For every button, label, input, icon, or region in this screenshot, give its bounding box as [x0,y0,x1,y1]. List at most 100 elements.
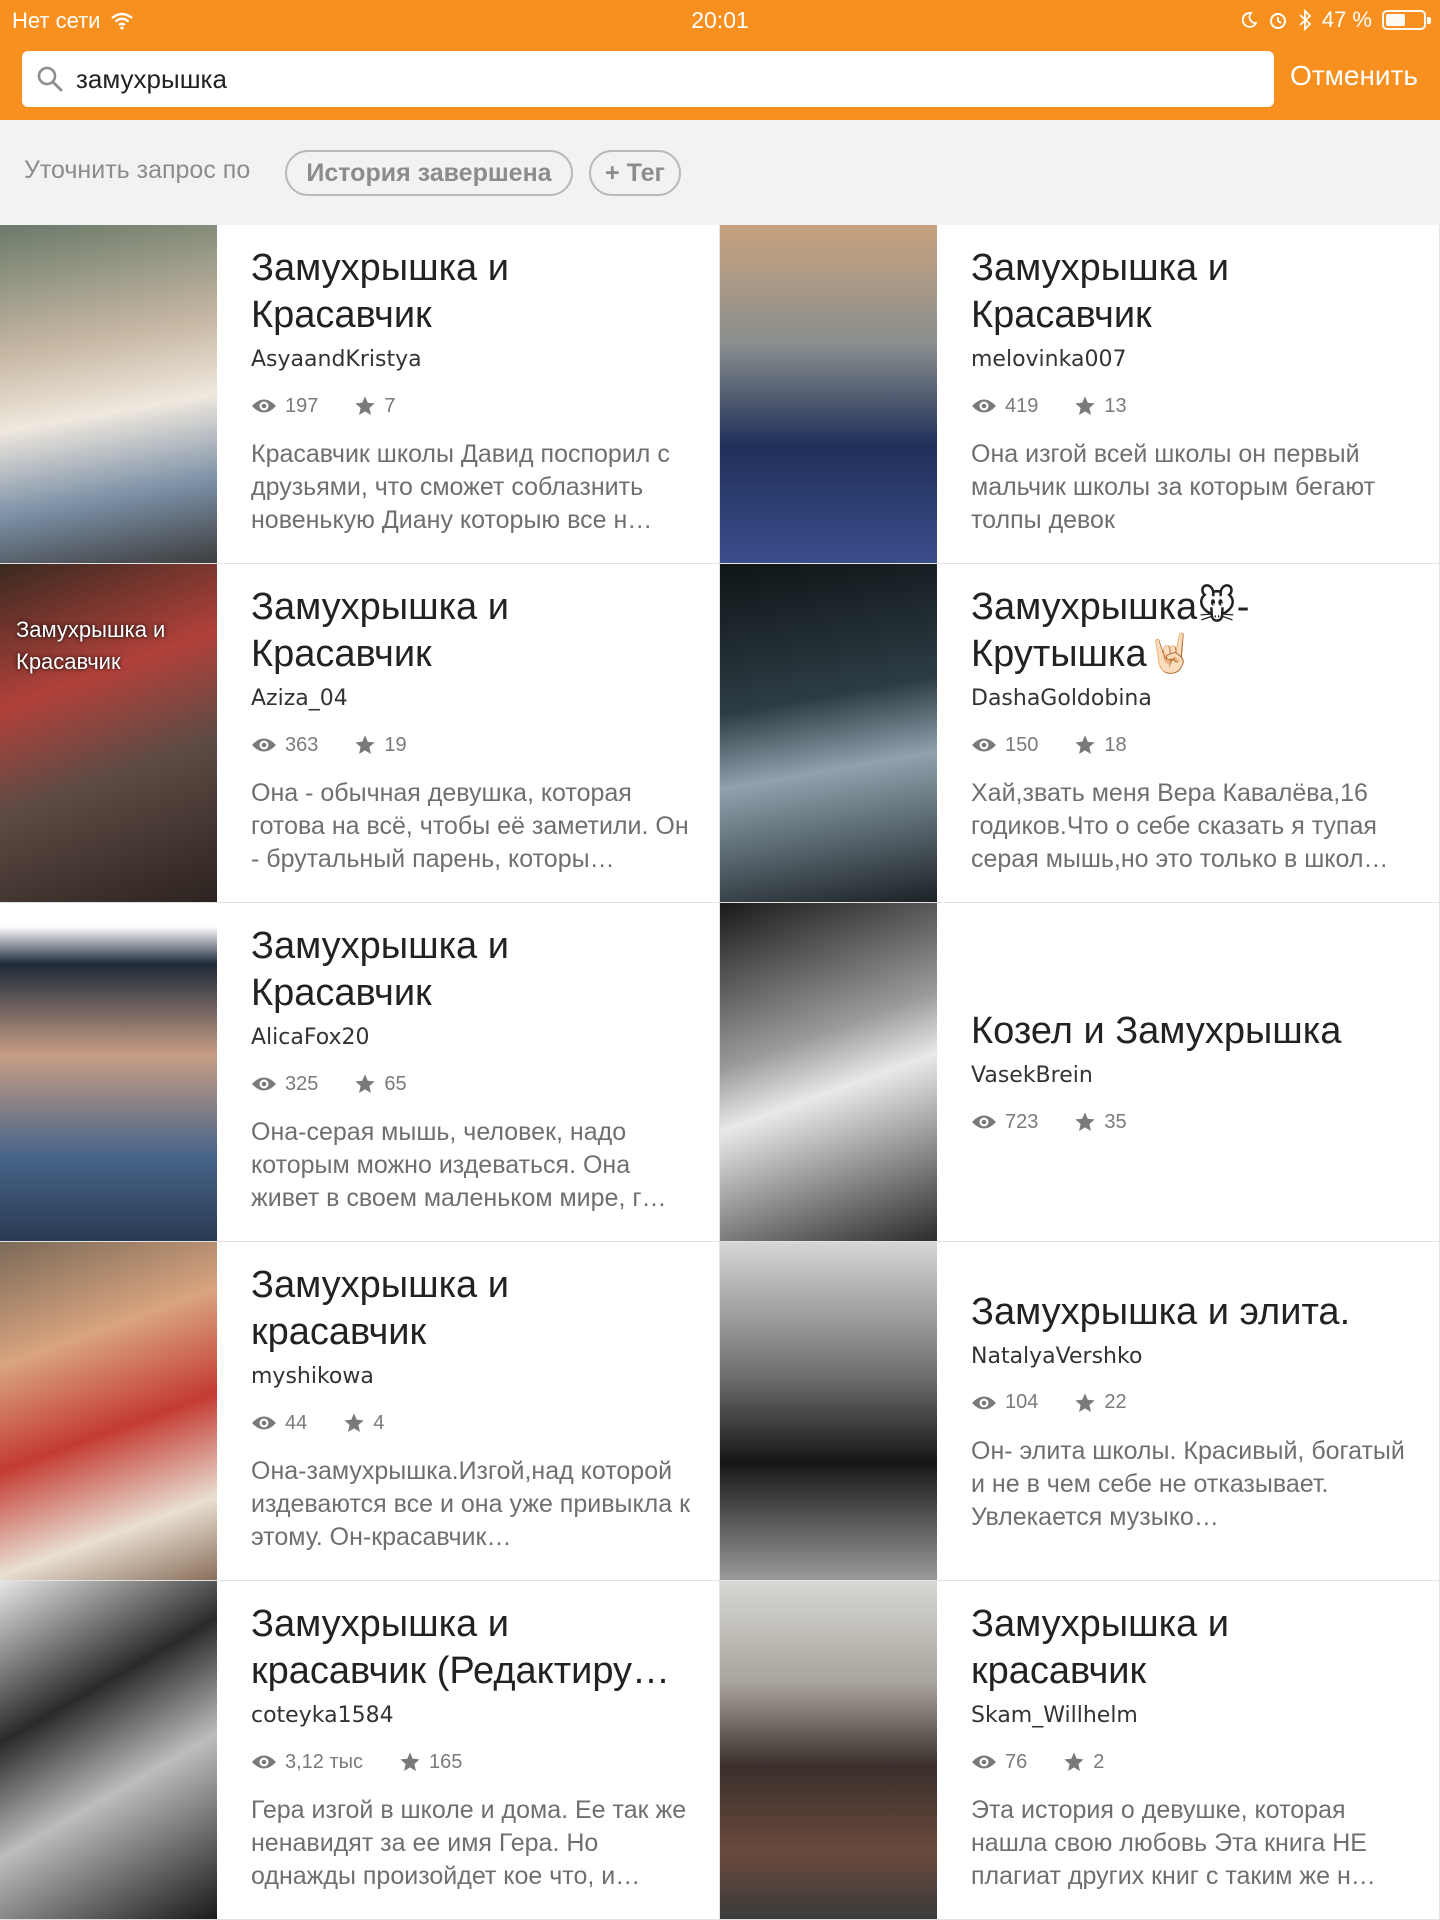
filter-bar: Уточнить запрос по История завершена + Т… [0,120,1440,225]
votes-count: 2 [1093,1750,1105,1773]
search-bar[interactable] [22,51,1274,107]
story-card[interactable]: Замухрышка и красавчик myshikowa 44 4 Он… [0,1242,720,1581]
story-description: Эта история о девушке, которая нашла сво… [971,1796,1376,1890]
views-icon [972,1755,996,1769]
story-title: Замухрышка и элита. [971,1290,1351,1333]
votes-count: 18 [1104,733,1127,756]
votes-count: 19 [384,733,407,756]
story-title: Замухрышка🐭-Крутышка🤘🏻 [971,586,1250,675]
story-author: melovinka007 [971,347,1127,372]
story-title: Замухрышка и красавчик [971,1603,1229,1692]
story-card[interactable]: Замухрышка и красавчик (Редактиру… cotey… [0,1581,720,1920]
story-author: NatalyaVershko [971,1343,1143,1369]
star-icon [400,1752,420,1771]
alarm-icon [1269,13,1286,29]
views-count: 325 [285,1072,319,1095]
story-card[interactable]: Замухрышка и Красавчик AsyaandKristya 19… [0,225,720,564]
story-description: Она-серая мышь, человек, надо которым мо… [251,1118,667,1212]
bluetooth-icon [1299,9,1312,31]
story-author: coteyka1584 [251,1703,394,1728]
star-icon [355,396,375,415]
story-author: myshikowa [251,1364,374,1389]
views-icon [252,1077,276,1091]
story-description: Она-замухрышка.Изгой,над которой издеваю… [251,1457,691,1551]
story-title: Козел и Замухрышка [971,1010,1342,1052]
filter-label: Уточнить запрос по [24,156,251,184]
votes-count: 7 [384,394,396,417]
views-icon [252,738,276,752]
views-count: 723 [1005,1110,1039,1133]
story-cover [720,1242,937,1580]
story-card[interactable]: Замухрышка и Красавчик AlicaFox20 325 65… [0,903,720,1242]
votes-count: 22 [1104,1391,1127,1413]
votes-count: 65 [384,1072,407,1095]
app-header: Нет сети 20:01 47 % замухрышка Отменить [0,0,1440,120]
views-count: 150 [1005,733,1039,756]
views-icon [972,399,996,413]
star-icon [1075,396,1095,415]
story-author: VasekBrein [971,1063,1093,1088]
story-cover [720,225,937,563]
search-icon [37,66,63,92]
votes-count: 4 [373,1411,385,1434]
story-title: Замухрышка и Красавчик [251,586,509,675]
search-input[interactable] [76,63,1226,95]
story-author: Aziza_04 [251,686,348,711]
star-icon [1075,1112,1095,1131]
votes-count: 165 [429,1750,463,1773]
story-description: Красавчик школы Давид поспорил с друзьям… [251,440,670,534]
story-card[interactable]: Замухрышка и элита. NatalyaVershko 104 2… [720,1242,1440,1581]
story-description: Хай,звать меня Вера Кавалёва,16 годиков.… [971,779,1389,873]
views-count: 363 [285,733,319,756]
views-icon [252,1416,276,1430]
story-description: Она - обычная девушка, которая готова на… [251,779,689,873]
story-cover [720,1581,937,1919]
votes-count: 35 [1104,1110,1127,1133]
star-icon [344,1413,364,1432]
story-cover: Замухрышка и Красавчик [0,564,217,902]
story-card[interactable]: Замухрышка🐭-Крутышка🤘🏻 DashaGoldobina 15… [720,564,1440,903]
views-count: 76 [1005,1750,1028,1773]
story-title: Замухрышка и Красавчик [251,247,509,336]
cover-text: Замухрышка и Красавчик [16,617,166,674]
story-card[interactable]: Замухрышка и Красавчик melovinka007 419 … [720,225,1440,564]
story-cover [720,564,937,902]
story-cover [0,225,217,563]
votes-count: 13 [1104,394,1127,417]
moon-icon [1241,12,1258,28]
views-icon [972,1115,996,1129]
star-icon [1064,1752,1084,1771]
star-icon [355,1074,375,1093]
battery-percent: 47 % [1321,7,1372,32]
story-title: Замухрышка и Красавчик [971,247,1229,336]
story-author: AsyaandKristya [251,347,422,372]
story-cover [0,903,217,1241]
cancel-button[interactable]: Отменить [1290,60,1418,92]
story-author: DashaGoldobina [971,686,1152,711]
story-description: Гера изгой в школе и дома. Ее так же нен… [251,1796,687,1890]
story-cover [0,1242,217,1580]
status-bar: Нет сети 20:01 47 % [0,0,1440,40]
filter-chip-add-tag[interactable]: + Тег [589,150,681,196]
views-icon [252,399,276,413]
story-description: Она изгой всей школы он первый мальчик ш… [971,440,1376,534]
story-card[interactable]: Козел и Замухрышка VasekBrein 723 35 [720,903,1440,1242]
story-cover [0,1581,217,1919]
story-author: AlicaFox20 [251,1025,370,1050]
story-card[interactable]: Замухрышка и Красавчик Замухрышка и Крас… [0,564,720,903]
story-card[interactable]: Замухрышка и красавчик Skam_Willhelm 76 … [720,1581,1440,1920]
story-author: Skam_Willhelm [971,1703,1138,1728]
views-icon [972,738,996,752]
battery-icon [1382,10,1431,30]
views-count: 3,12 тыс [285,1750,364,1773]
views-icon [972,1396,996,1409]
star-icon [1075,735,1095,754]
story-cover [720,903,937,1241]
views-count: 104 [1005,1391,1039,1413]
star-icon [1075,1392,1095,1412]
story-title: Замухрышка и красавчик (Редактиру… [251,1603,671,1692]
story-description: Он- элита школы. Красивый, богатый и не … [971,1436,1405,1531]
filter-chip-completed[interactable]: История завершена [285,150,573,196]
story-title: Замухрышка и Красавчик [251,925,509,1014]
star-icon [355,735,375,754]
